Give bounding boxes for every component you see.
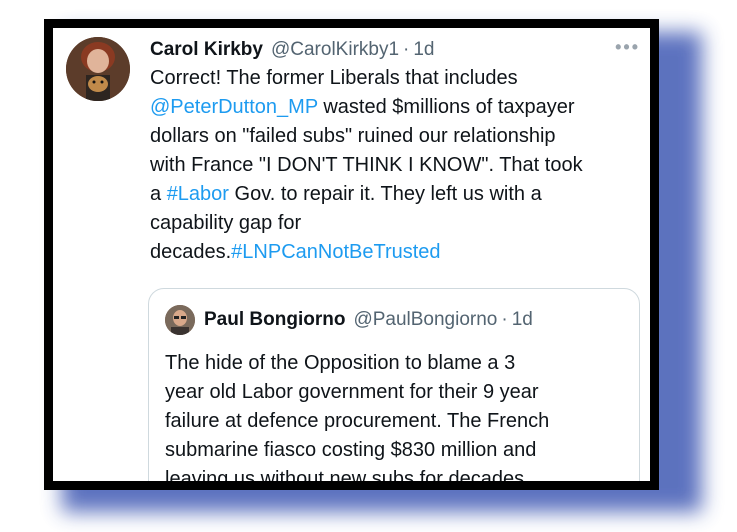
quoted-line: year old Labor government for their 9 ye… [165,381,539,403]
quoted-tweet-header: Paul Bongiorno @PaulBongiorno · 1d [204,305,533,335]
tweet-line: capability gap for [150,212,302,234]
tweet-line: Correct! The former Liberals that includ… [150,67,518,89]
tweet-line: dollars on "failed subs" ruined our rela… [150,125,556,147]
quoted-line: The hide of the Opposition to blame a 3 [165,352,516,374]
screenshot-frame: Carol Kirkby @CarolKirkby1 · 1d ••• Corr… [44,19,659,490]
author-name[interactable]: Carol Kirkby [150,39,263,61]
quoted-line: submarine fiasco costing $830 million an… [165,439,537,461]
quoted-line: failure at defence procurement. The Fren… [165,410,550,432]
quoted-timestamp[interactable]: 1d [512,309,533,331]
paul-avatar[interactable] [165,305,195,335]
quoted-author-handle[interactable]: @PaulBongiorno [353,309,497,331]
carol-avatar[interactable] [66,37,130,101]
separator-dot: · [403,39,410,60]
tweet-line-text: Gov. to repair it. They left us with a [228,183,542,205]
tweet-card: Carol Kirkby @CarolKirkby1 · 1d ••• Corr… [53,28,650,481]
tweet-line: @PeterDutton_MP wasted $millions of taxp… [150,93,650,122]
quoted-tweet[interactable]: Paul Bongiorno @PaulBongiorno · 1d The h… [148,288,640,481]
tweet-line: with France "I DON'T THINK I KNOW". That… [150,154,583,176]
quoted-author-name[interactable]: Paul Bongiorno [204,309,345,331]
author-handle[interactable]: @CarolKirkby1 [271,39,399,61]
hashtag-link[interactable]: #Labor [167,183,229,205]
avatar-photo-icon [66,37,130,101]
tweet-line-text: decades. [150,241,232,263]
tweet-timestamp[interactable]: 1d [413,39,434,61]
tweet-line-text: a [150,183,167,205]
tweet-line-text: wasted $millions of taxpayer [317,96,575,118]
tweet-line: a #Labor Gov. to repair it. They left us… [150,180,650,209]
quoted-avatar-photo-icon [165,305,195,335]
quoted-line: leaving us without new subs for decades.… [165,468,547,481]
tweet-header: Carol Kirkby @CarolKirkby1 · 1d ••• [150,37,640,63]
hashtag-link[interactable]: #LNPCanNotBeTrusted [231,241,440,263]
mention-link[interactable]: @PeterDutton_MP [150,96,318,118]
separator-dot: · [501,309,508,330]
tweet-text: Correct! The former Liberals that includ… [150,64,650,267]
tweet-line: decades.#LNPCanNotBeTrusted [150,238,650,267]
more-options-icon[interactable]: ••• [615,37,640,58]
quoted-tweet-text: The hide of the Opposition to blame a 3 … [165,349,635,481]
